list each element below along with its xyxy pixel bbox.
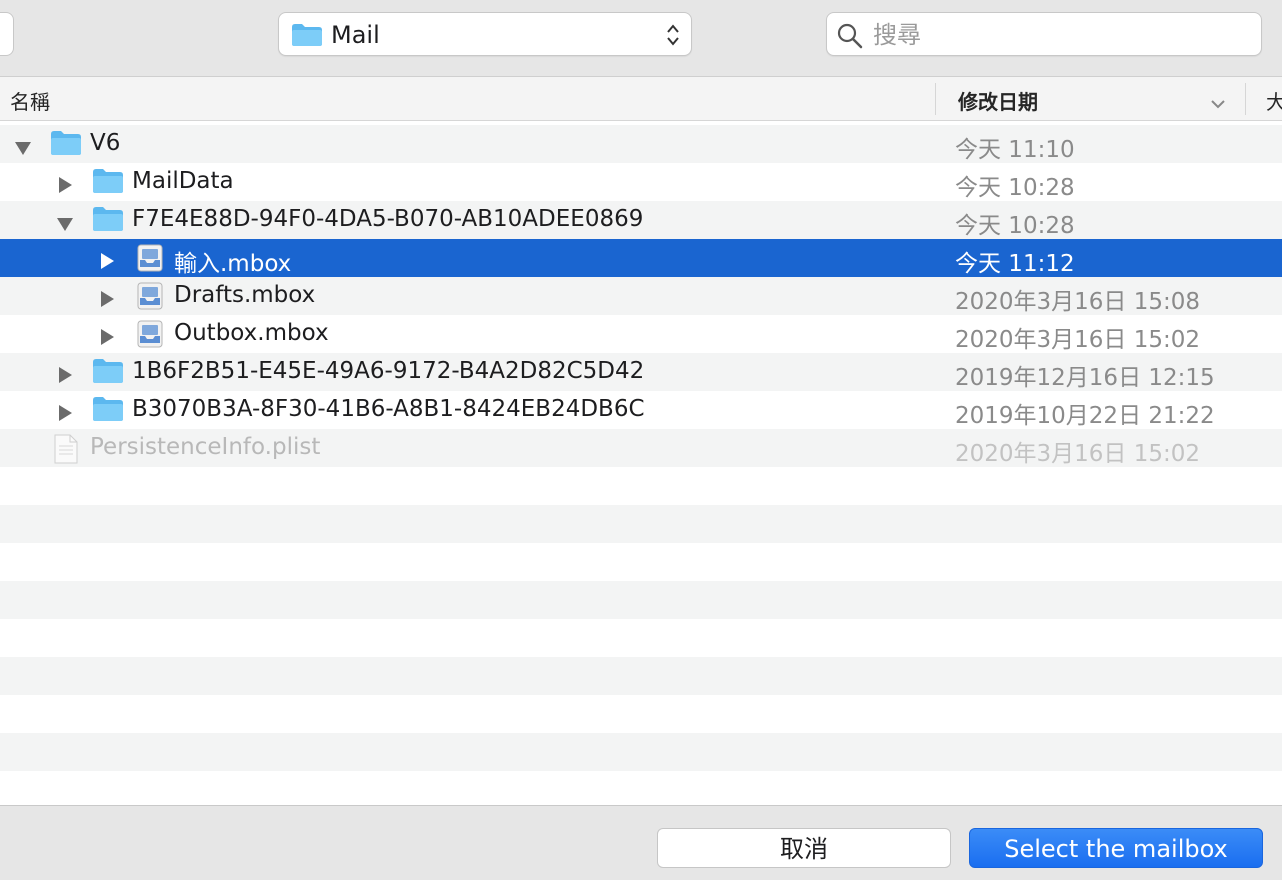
disclosure-collapsed-icon[interactable] [57,174,73,200]
plist-file-icon [53,434,79,470]
disclosure-expanded-icon[interactable] [56,212,74,238]
disclosure-collapsed-icon[interactable] [99,250,115,276]
folder-icon [92,168,124,200]
search-input[interactable] [871,19,1255,51]
file-name: Outbox.mbox [174,320,329,346]
select-mailbox-button[interactable]: Select the mailbox [969,828,1263,868]
list-item[interactable]: Drafts.mbox 2020年3月16日 15:08 [0,277,1282,315]
disclosure-collapsed-icon[interactable] [57,364,73,390]
folder-icon [291,23,323,51]
empty-row [0,733,1282,771]
folder-icon [50,130,82,162]
file-name: B3070B3A-8F30-41B6-A8B1-8424EB24DB6C [132,396,645,422]
file-date: 2020年3月16日 15:02 [955,441,1201,467]
empty-row [0,581,1282,619]
file-name: MailData [132,168,234,194]
disclosure-collapsed-icon[interactable] [99,288,115,314]
file-name: F7E4E88D-94F0-4DA5-B070-AB10ADEE0869 [132,206,644,232]
search-field[interactable] [826,12,1262,56]
empty-row [0,657,1282,695]
cancel-button[interactable]: 取消 [657,828,951,868]
list-item[interactable]: B3070B3A-8F30-41B6-A8B1-8424EB24DB6C 201… [0,391,1282,429]
list-item[interactable]: F7E4E88D-94F0-4DA5-B070-AB10ADEE0869 今天 … [0,201,1282,239]
list-item[interactable]: 1B6F2B51-E45E-49A6-9172-B4A2D82C5D42 201… [0,353,1282,391]
list-item[interactable]: MailData 今天 10:28 [0,163,1282,201]
folder-icon [92,396,124,428]
file-name: PersistenceInfo.plist [90,434,321,460]
file-name: Drafts.mbox [174,282,316,308]
file-name: V6 [90,130,121,156]
dialog-footer: 取消 Select the mailbox [0,805,1282,880]
empty-row [0,505,1282,543]
toolbar: Mail [0,0,1282,77]
location-popup[interactable]: Mail [278,12,692,56]
file-date: 今天 11:10 [955,137,1075,163]
mailbox-icon [136,320,164,354]
file-date: 今天 10:28 [955,213,1075,239]
sort-chevron-down-icon[interactable] [1210,91,1226,115]
folder-icon [92,206,124,238]
chevron-updown-icon [665,21,681,53]
mailbox-icon [136,282,164,316]
back-forward-button[interactable] [0,12,14,56]
search-icon [837,23,863,53]
column-date-header[interactable]: 修改日期 [958,86,1038,115]
mailbox-icon [136,244,164,278]
disclosure-collapsed-icon[interactable] [99,326,115,352]
column-divider [1245,83,1246,115]
list-item-selected[interactable]: 輸入.mbox 今天 11:12 [0,239,1282,277]
column-name-header[interactable]: 名稱 [10,86,50,115]
file-date: 2020年3月16日 15:02 [955,327,1201,353]
column-size-header[interactable]: 大 [1266,86,1282,115]
column-header: 名稱 修改日期 大 [0,77,1282,121]
file-date: 今天 10:28 [955,175,1075,201]
file-date: 2019年12月16日 12:15 [955,365,1215,391]
list-item[interactable]: V6 今天 11:10 [0,125,1282,163]
file-date: 今天 11:12 [955,251,1075,277]
disclosure-expanded-icon[interactable] [14,136,32,162]
file-name: 1B6F2B51-E45E-49A6-9172-B4A2D82C5D42 [132,358,645,384]
column-divider [935,83,936,115]
file-date: 2019年10月22日 21:22 [955,403,1215,429]
location-label: Mail [331,21,380,49]
file-date: 2020年3月16日 15:08 [955,289,1201,315]
disclosure-collapsed-icon[interactable] [57,402,73,428]
file-name: 輸入.mbox [174,251,292,277]
folder-icon [92,358,124,390]
list-item[interactable]: Outbox.mbox 2020年3月16日 15:02 [0,315,1282,353]
list-item-disabled: PersistenceInfo.plist 2020年3月16日 15:02 [0,429,1282,467]
